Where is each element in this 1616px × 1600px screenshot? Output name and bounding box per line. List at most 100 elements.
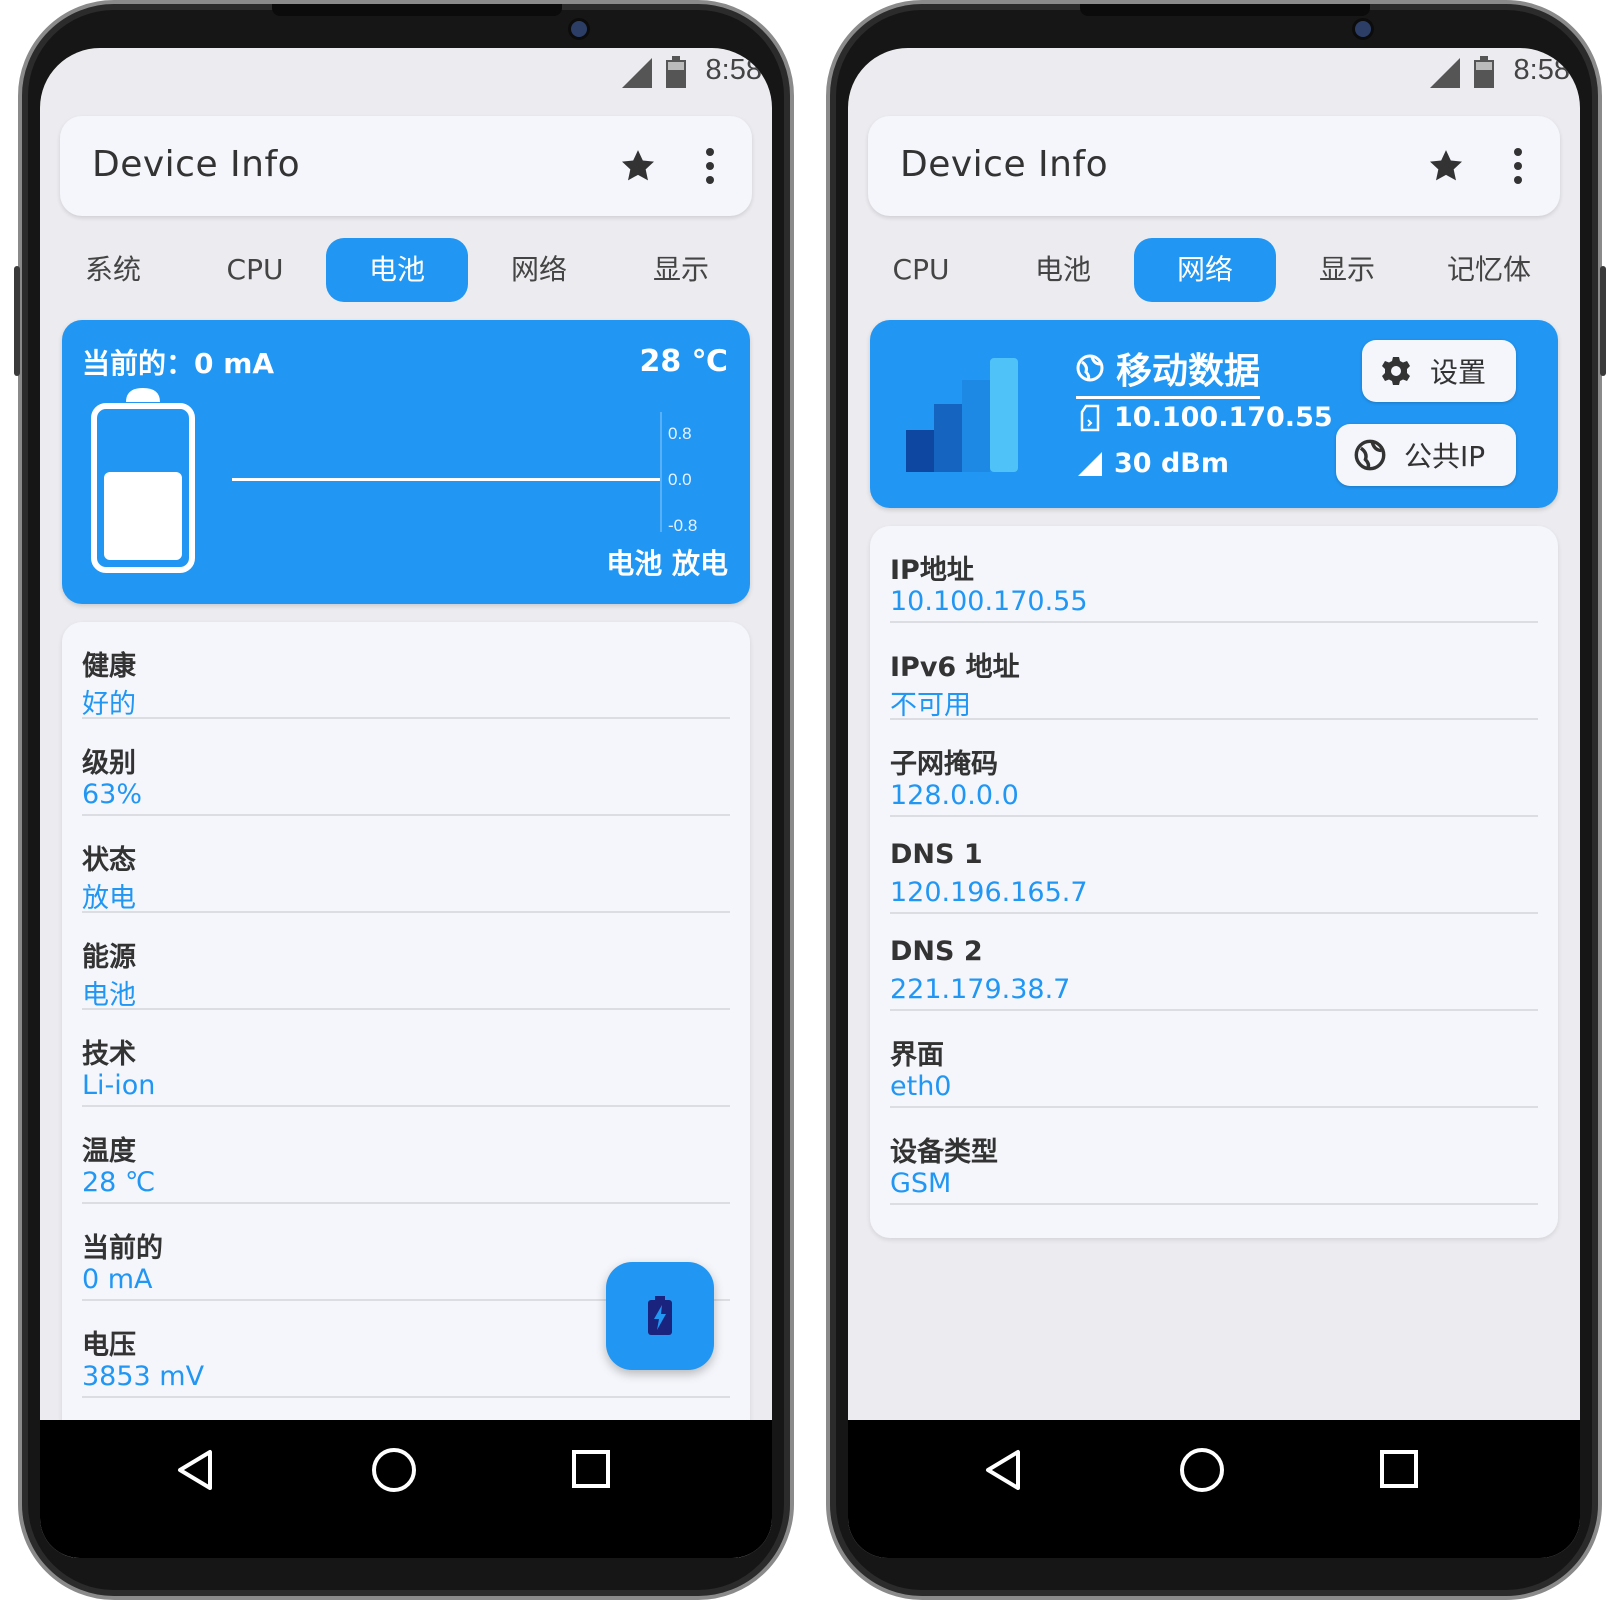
item-label: IP地址 [890,555,974,586]
status-time: 8:58 [705,54,762,86]
front-camera [571,21,587,37]
globe-icon [1354,439,1386,471]
status-bar: 8:58 [848,48,1580,104]
tab-memory[interactable]: 记忆体 [1418,238,1560,302]
settings-button[interactable]: 设置 [1362,340,1516,402]
more-vert-icon[interactable] [696,146,724,186]
tab-cpu[interactable]: CPU [850,238,992,302]
signal-icon [622,58,652,88]
network-type[interactable]: 移动数据 [1076,342,1261,399]
battery-info-card: 健康 好的 级别 63% 状态 放电 能源 电池 技术 Li-ion 温度 28 ℃ 当前的… [62,622,750,1558]
item-label: IPv6 地址 [890,652,1020,683]
navigation-bar [40,1420,772,1558]
settings-label: 设置 [1430,356,1487,389]
item-value: 63% [82,779,143,810]
list-item: DNS 1 120.196.165.7 [890,817,1538,914]
item-label: 子网掩码 [890,749,998,780]
item-value: 好的 [82,689,136,720]
battery-charging-icon [648,1296,672,1335]
item-label: 状态 [82,845,136,876]
item-label: 级别 [82,748,136,779]
tab-bar: 系统 CPU 电池 网络 显示 [42,238,770,302]
earpiece-speaker [272,4,562,16]
banner-ip: 10.100.170.55 [1114,402,1333,433]
home-icon[interactable] [1178,1446,1226,1494]
item-label: 界面 [890,1040,944,1071]
list-item: DNS 2 221.179.38.7 [890,914,1538,1011]
gear-icon [1382,357,1410,385]
recent-apps-icon[interactable] [1378,1448,1420,1490]
home-icon[interactable] [370,1446,418,1494]
signal-strength-icon [906,358,1018,472]
battery-level-icon [91,388,195,573]
front-camera [1355,21,1371,37]
tab-battery[interactable]: 电池 [992,238,1134,302]
network-type-label: 移动数据 [1116,351,1261,392]
list-item: 子网掩码 128.0.0.0 [890,720,1538,817]
item-label: 健康 [82,651,136,682]
star-icon[interactable] [1426,146,1466,186]
network-info-card: IP地址 10.100.170.55 IPv6 地址 不可用 子网掩码 128.0.0… [870,526,1558,1238]
list-item: 能源 电池 [82,913,730,1011]
tab-battery[interactable]: 电池 [326,238,468,302]
chart-tick-mid: 0.0 [668,470,692,489]
banner-signal: 30 dBm [1114,448,1230,479]
sim-card-icon [1080,404,1100,431]
more-vert-icon[interactable] [1504,146,1532,186]
back-icon[interactable] [174,1448,218,1492]
item-value: 电池 [82,980,136,1011]
earpiece-speaker [1080,4,1370,16]
item-value: 28 ℃ [82,1167,156,1198]
item-value: 放电 [82,883,136,914]
ip-row: 10.100.170.55 [1078,402,1333,433]
chart-axis [660,412,662,532]
charge-fab-button[interactable] [606,1262,714,1370]
list-item: 设备类型 GSM [890,1108,1538,1205]
signal-small-icon [1078,451,1102,476]
app-bar: Device Info [868,116,1560,216]
tab-display[interactable]: 显示 [1276,238,1418,302]
tab-network[interactable]: 网络 [1134,238,1276,302]
signal-icon [1430,58,1460,88]
tab-display[interactable]: 显示 [610,238,752,302]
battery-status-icon [666,56,686,88]
item-value: eth0 [890,1071,952,1102]
chart-tick-top: 0.8 [668,424,692,443]
list-item: 健康 好的 [82,622,730,720]
banner-current: 当前的：0 mA [82,347,275,380]
screen-battery: 8:58 Device Info 系统 CPU 电池 网络 显示 当前的：0 m… [40,48,772,1558]
item-label: 电压 [82,1330,136,1361]
item-value: 221.179.38.7 [890,974,1071,1005]
recent-apps-icon[interactable] [570,1448,612,1490]
item-label: 技术 [82,1039,136,1070]
globe-icon [1076,354,1104,382]
list-item: 温度 28 ℃ [82,1107,730,1204]
app-bar: Device Info [60,116,752,216]
tab-cpu[interactable]: CPU [184,238,326,302]
item-value: 3853 mV [82,1361,205,1392]
list-item: IP地址 10.100.170.55 [890,526,1538,623]
item-value: 120.196.165.7 [890,877,1088,908]
public-ip-button[interactable]: 公共IP [1336,424,1516,486]
item-label: DNS 2 [890,936,983,967]
item-value: 不可用 [890,690,971,721]
list-item: 界面 eth0 [890,1011,1538,1108]
back-icon[interactable] [982,1448,1026,1492]
volume-button [14,266,20,376]
list-item: 级别 63% [82,719,730,816]
list-item: 状态 放电 [82,816,730,914]
tab-system[interactable]: 系统 [42,238,184,302]
item-label: 能源 [82,942,136,973]
star-icon[interactable] [618,146,658,186]
item-value: 128.0.0.0 [890,780,1019,811]
phone-frame-right: 8:58 Device Info CPU 电池 网络 显示 记忆体 移动数据 1… [826,0,1606,1600]
public-ip-label: 公共IP [1404,440,1486,473]
signal-row: 30 dBm [1078,448,1229,479]
status-bar: 8:58 [40,48,772,104]
navigation-bar [848,1420,1580,1558]
tab-network[interactable]: 网络 [468,238,610,302]
battery-status-icon [1474,56,1494,88]
list-item: IPv6 地址 不可用 [890,623,1538,721]
chart-tick-bottom: -0.8 [668,516,698,535]
current-chart-line [232,478,660,481]
